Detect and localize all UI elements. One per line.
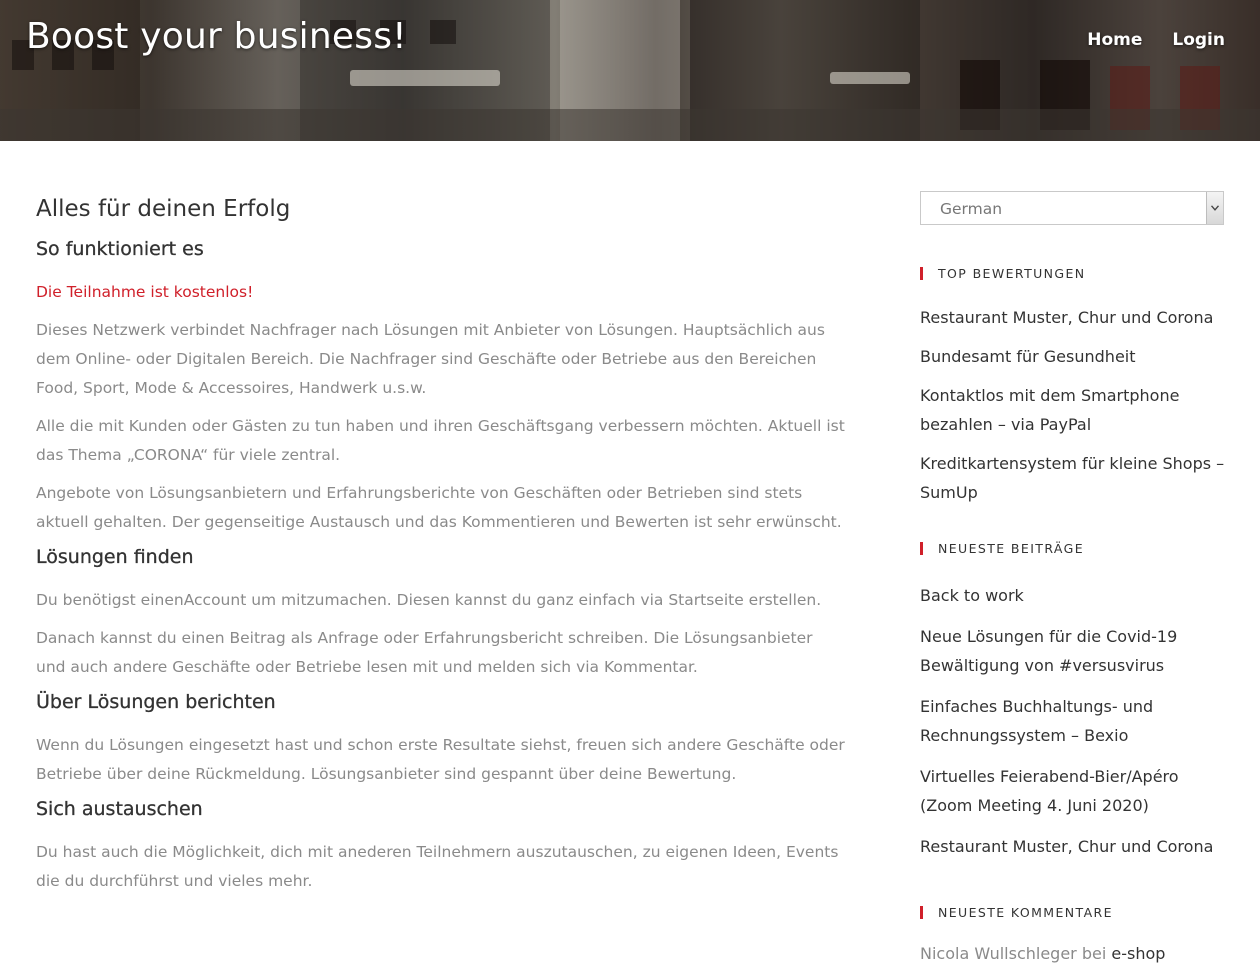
- top-rating-link[interactable]: Kreditkartensystem für kleine Shops – Su…: [920, 454, 1224, 502]
- section-heading: Über Lösungen berichten: [36, 691, 276, 713]
- widget-title-top-ratings: TOP BEWERTUNGEN: [920, 266, 1226, 281]
- list-item: Restaurant Muster, Chur und Corona: [920, 303, 1226, 332]
- list-item: Kontaktlos mit dem Smartphone bezahlen –…: [920, 381, 1226, 439]
- recent-comment: Nicola Wullschleger bei e-shop: [920, 944, 1165, 963]
- section-how-it-works: So funktioniert es Die Teilnahme ist kos…: [36, 238, 846, 537]
- widget-recent-comments: NEUESTE KOMMENTARE Nicola Wullschleger b…: [920, 905, 1165, 963]
- list-item: Restaurant Muster, Chur und Corona: [920, 832, 1226, 861]
- paragraph: Dieses Netzwerk verbindet Nachfrager nac…: [36, 321, 825, 397]
- top-rating-link[interactable]: Bundesamt für Gesundheit: [920, 347, 1136, 366]
- language-select[interactable]: German: [920, 191, 1224, 225]
- paragraph: Du benötigst einenAccount um mitzumachen…: [36, 591, 822, 609]
- section-heading: So funktioniert es: [36, 238, 204, 260]
- language-select-value: German: [940, 200, 1003, 218]
- section-heading: Lösungen finden: [36, 546, 194, 568]
- paragraph: Danach kannst du einen Beitrag als Anfra…: [36, 629, 813, 676]
- nav-login-link[interactable]: Login: [1172, 30, 1225, 50]
- section-report-solutions: Über Lösungen berichten Wenn du Lösungen…: [36, 691, 846, 789]
- free-participation-note: Die Teilnahme ist kostenlos!: [36, 283, 254, 301]
- recent-post-link[interactable]: Back to work: [920, 586, 1024, 605]
- list-item: Virtuelles Feierabend-Bier/Apéro (Zoom M…: [920, 762, 1226, 820]
- main-nav: Home Login: [1087, 30, 1225, 50]
- recent-post-link[interactable]: Neue Lösungen für die Covid-19 Bewältigu…: [920, 627, 1177, 675]
- page-title: Alles für deinen Erfolg: [36, 196, 291, 222]
- recent-post-link[interactable]: Virtuelles Feierabend-Bier/Apéro (Zoom M…: [920, 767, 1179, 815]
- hero-header: Boost your business! Home Login: [0, 0, 1260, 141]
- widget-recent-posts: NEUESTE BEITRÄGE Back to work Neue Lösun…: [920, 541, 1226, 873]
- widget-top-ratings: TOP BEWERTUNGEN Restaurant Muster, Chur …: [920, 266, 1226, 517]
- main-content: Alles für deinen Erfolg So funktioniert …: [36, 196, 846, 905]
- comment-connector: bei: [1081, 944, 1107, 963]
- paragraph: Alle die mit Kunden oder Gästen zu tun h…: [36, 417, 845, 464]
- comment-author: Nicola Wullschleger: [920, 944, 1077, 963]
- list-item: Neue Lösungen für die Covid-19 Bewältigu…: [920, 622, 1226, 680]
- top-rating-link[interactable]: Restaurant Muster, Chur und Corona: [920, 308, 1213, 327]
- paragraph: Du hast auch die Möglichkeit, dich mit a…: [36, 843, 839, 890]
- paragraph: Angebote von Lösungsanbietern und Erfahr…: [36, 484, 842, 531]
- list-item: Kreditkartensystem für kleine Shops – Su…: [920, 449, 1226, 507]
- chevron-down-icon[interactable]: [1206, 192, 1223, 224]
- recent-post-link[interactable]: Restaurant Muster, Chur und Corona: [920, 837, 1213, 856]
- comment-post-link[interactable]: e-shop: [1111, 944, 1165, 963]
- widget-title-recent-posts: NEUESTE BEITRÄGE: [920, 541, 1226, 556]
- site-title[interactable]: Boost your business!: [26, 16, 407, 57]
- sidebar: German TOP BEWERTUNGEN Restaurant Muster…: [920, 191, 1226, 963]
- paragraph: Wenn du Lösungen eingesetzt hast und sch…: [36, 736, 845, 783]
- section-exchange: Sich austauschen Du hast auch die Möglic…: [36, 798, 846, 896]
- top-rating-link[interactable]: Kontaktlos mit dem Smartphone bezahlen –…: [920, 386, 1179, 434]
- list-item: Back to work: [920, 581, 1226, 610]
- recent-post-link[interactable]: Einfaches Buchhaltungs- und Rechnungssys…: [920, 697, 1153, 745]
- nav-home-link[interactable]: Home: [1087, 30, 1142, 50]
- list-item: Bundesamt für Gesundheit: [920, 342, 1226, 371]
- list-item: Einfaches Buchhaltungs- und Rechnungssys…: [920, 692, 1226, 750]
- widget-title-recent-comments: NEUESTE KOMMENTARE: [920, 905, 1165, 920]
- section-find-solutions: Lösungen finden Du benötigst einenAccoun…: [36, 546, 846, 682]
- section-heading: Sich austauschen: [36, 798, 203, 820]
